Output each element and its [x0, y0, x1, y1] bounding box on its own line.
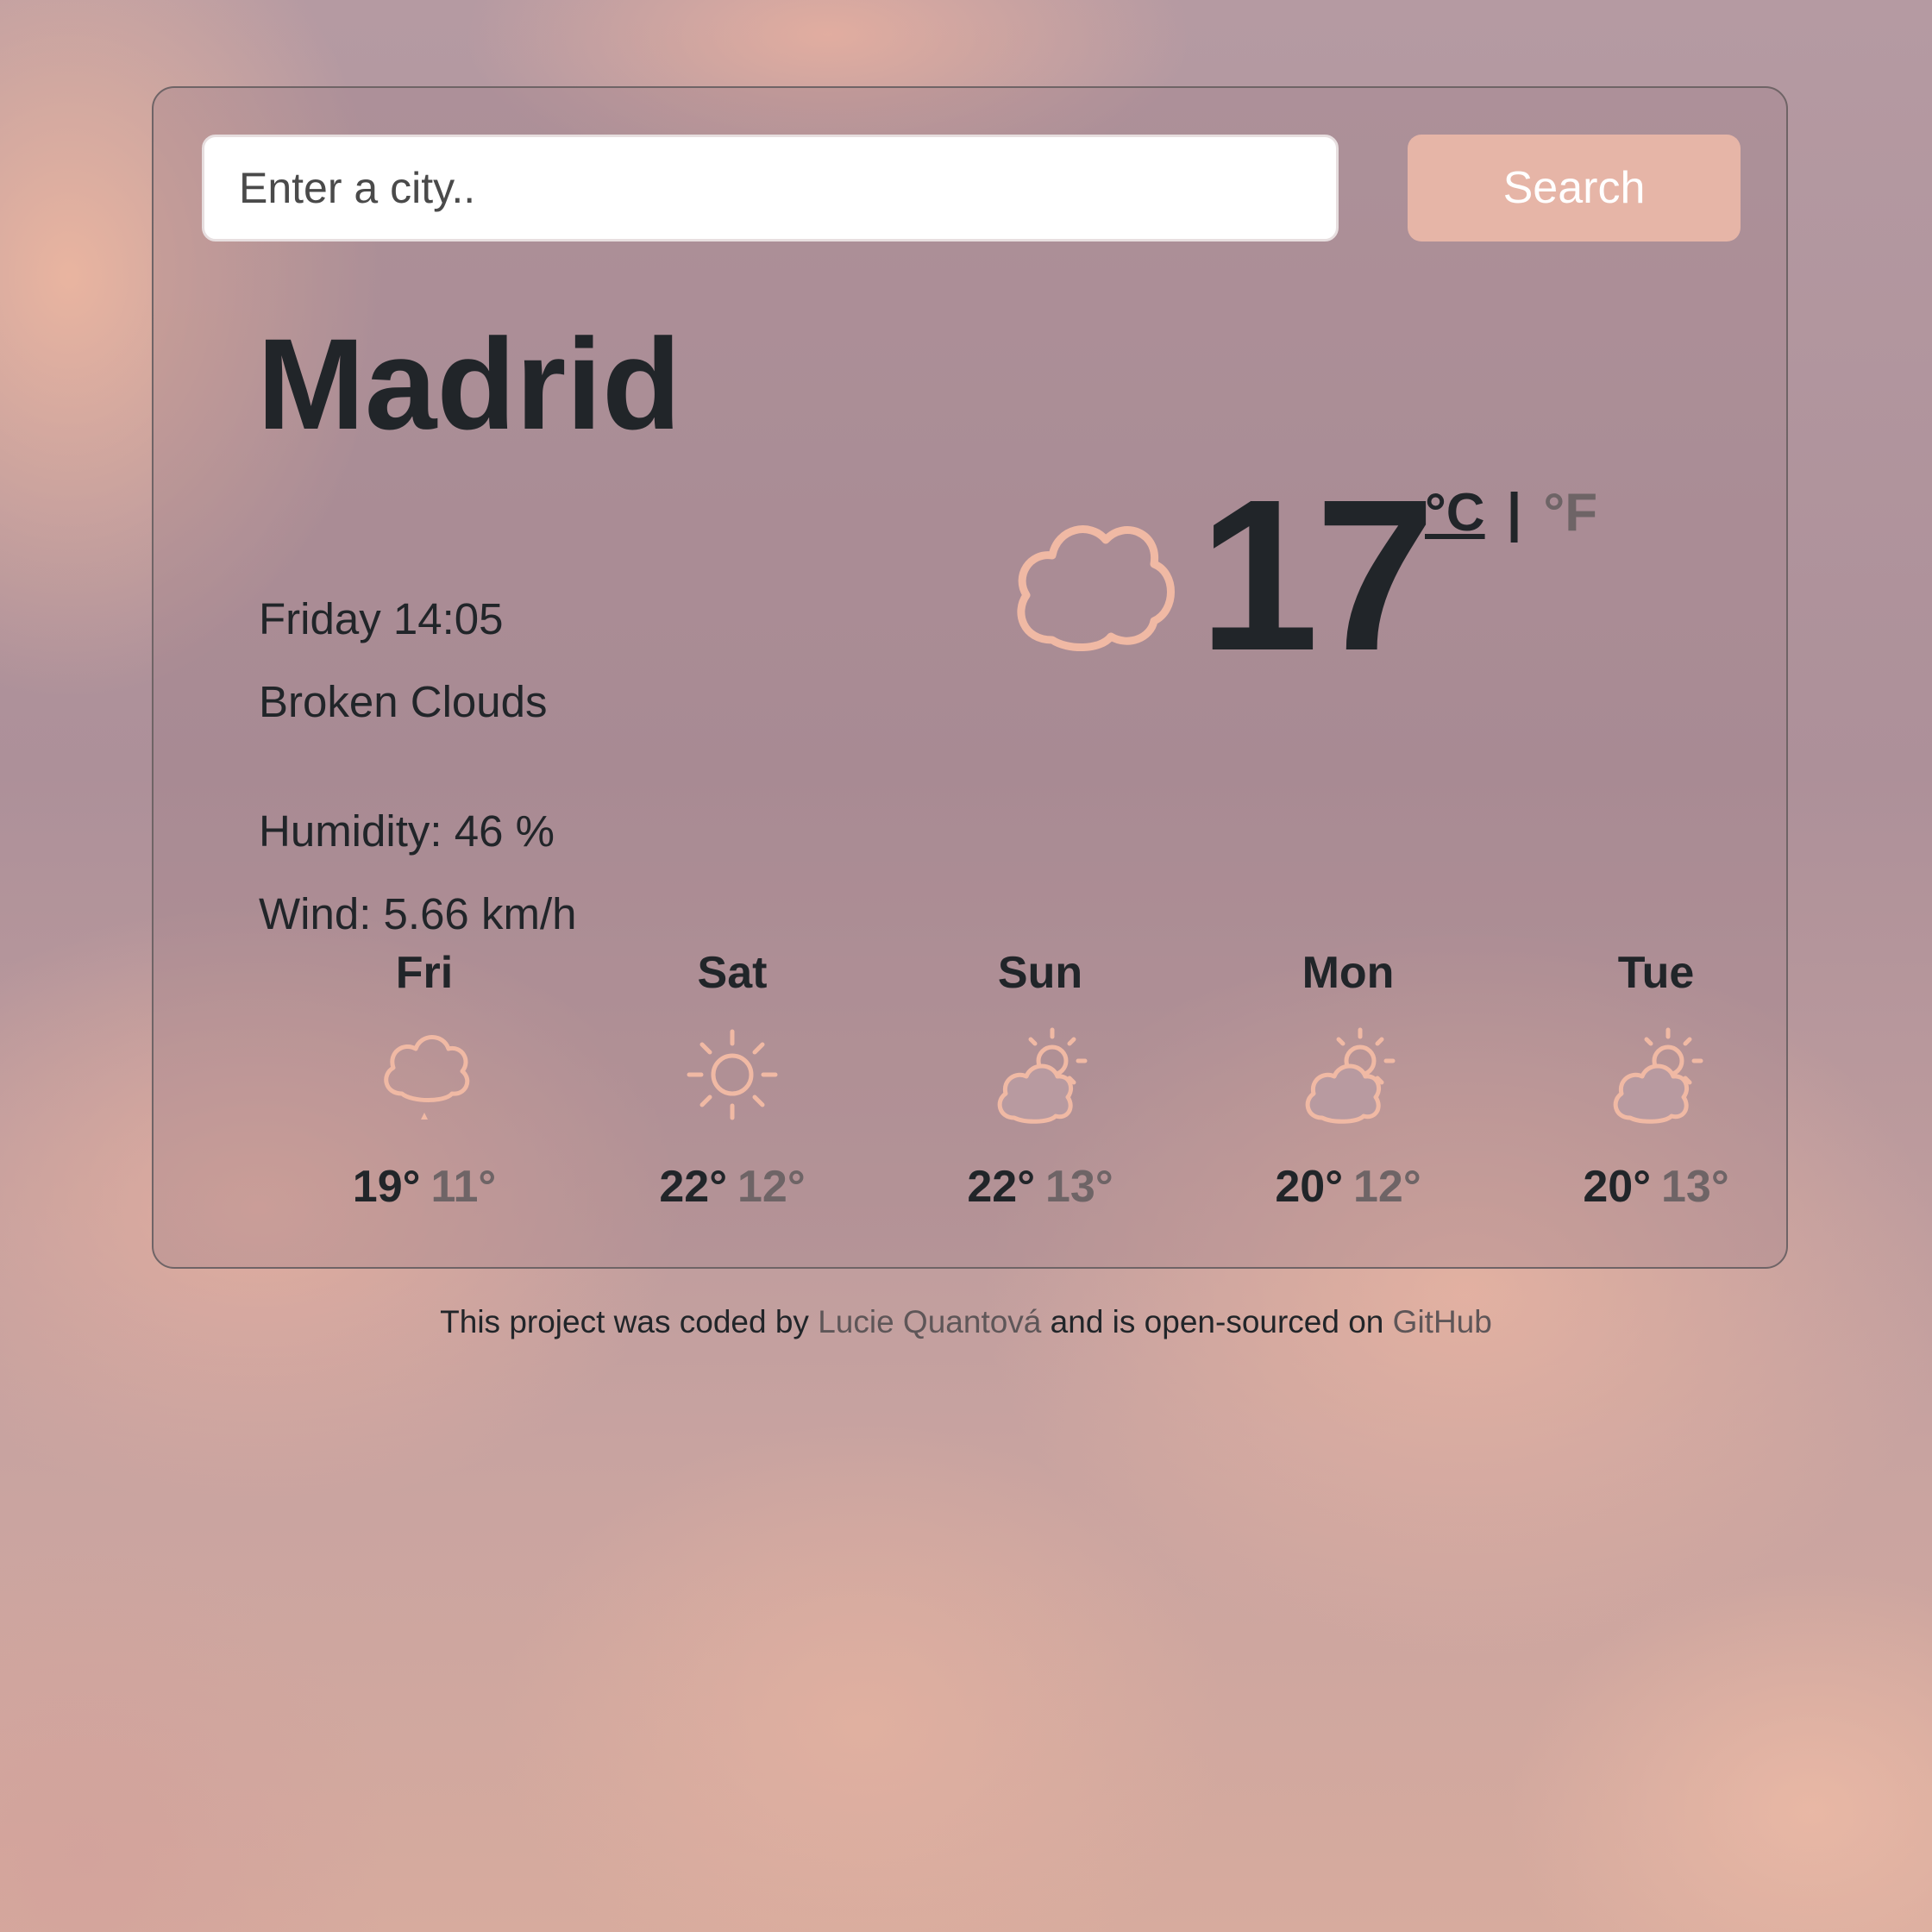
partly-cloudy-icon — [1613, 1027, 1703, 1124]
unit-toggle: °C | °F — [1425, 486, 1597, 540]
forecast-max-temp: 22° — [967, 1162, 1035, 1212]
unit-separator: | — [1506, 483, 1522, 543]
wind: Wind: 5.66 km/h — [259, 889, 577, 938]
partly-cloudy-icon — [997, 1027, 1088, 1124]
humidity: Humidity: 46 % — [259, 806, 555, 856]
forecast-day-name: Tue — [1617, 948, 1695, 998]
celsius-link[interactable]: °C — [1425, 483, 1485, 543]
sun-icon — [687, 1029, 778, 1120]
forecast-max-temp: 20° — [1583, 1162, 1651, 1212]
date-time: Friday 14:05 — [259, 594, 504, 643]
forecast-min-temp: 13° — [1661, 1162, 1729, 1212]
search-button[interactable]: Search — [1408, 135, 1741, 242]
forecast-min-temp: 12° — [1353, 1162, 1421, 1212]
footer-text: This project was coded by — [440, 1304, 809, 1339]
forecast-min-temp: 13° — [1045, 1162, 1113, 1212]
forecast-min-temp: 12° — [737, 1162, 806, 1212]
author-link[interactable]: Lucie Quantová — [818, 1304, 1041, 1339]
search-input[interactable] — [202, 135, 1339, 242]
forecast-day: Sun 22° 13° — [937, 950, 1144, 1209]
weather-card: Search Madrid Friday 14:05 Broken Clouds… — [152, 86, 1788, 1269]
forecast-day: Sat 22° 12° — [629, 950, 836, 1209]
forecast-day-name: Mon — [1302, 948, 1395, 998]
footer-text: and is open-sourced on — [1050, 1304, 1384, 1339]
forecast: Fri 19° 11° Sat 22° 12° Sun 22° 13° Mon … — [154, 950, 1786, 1261]
weather-description: Broken Clouds — [259, 677, 548, 726]
partly-cloudy-icon — [1305, 1027, 1396, 1124]
footer: This project was coded by Lucie Quantová… — [0, 1304, 1932, 1340]
city-name: Madrid — [257, 311, 681, 456]
forecast-day-name: Fri — [395, 948, 454, 998]
forecast-max-temp: 19° — [352, 1162, 421, 1212]
current-temperature: 17 — [1199, 455, 1435, 695]
forecast-day-name: Sat — [697, 948, 768, 998]
forecast-max-temp: 22° — [659, 1162, 727, 1212]
forecast-max-temp: 20° — [1275, 1162, 1343, 1212]
cloud-rain-icon — [384, 1035, 470, 1120]
forecast-day: Mon 20° 12° — [1245, 950, 1452, 1209]
forecast-day-name: Sun — [997, 948, 1083, 998]
cloud-icon — [1017, 525, 1175, 652]
forecast-min-temp: 11° — [430, 1162, 497, 1212]
forecast-day: Fri 19° 11° — [321, 950, 528, 1209]
github-link[interactable]: GitHub — [1393, 1304, 1492, 1339]
fahrenheit-link[interactable]: °F — [1543, 483, 1597, 543]
forecast-day: Tue 20° 13° — [1552, 950, 1760, 1209]
